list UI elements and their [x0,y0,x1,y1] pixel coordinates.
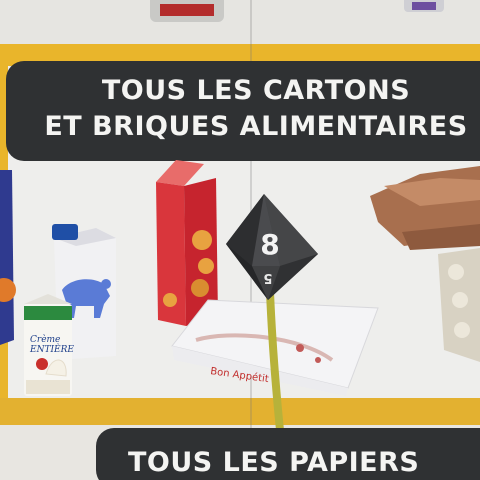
torn-cardboard-illustration [370,166,480,250]
die-top-face-number: 8 [260,228,279,261]
recycling-sign-photo: TOUS LES CARTONS ET BRIQUES ALIMENTAIRES [0,0,480,480]
d8-die: 8 5 [226,194,318,300]
top-can-illustration [150,0,224,22]
top-right-item-illustration [404,0,444,12]
papers-footer-label: TOUS LES PAPIERS [96,428,480,480]
footer-text: TOUS LES PAPIERS [128,447,420,478]
cream-brand-line-1: Crème [30,334,60,345]
product-illustrations: Crème ENTIÈRE Bon Appétit ! 8 5 [0,0,480,480]
juice-carton-left-illustration [0,170,16,345]
egg-carton-illustration [438,248,480,362]
cream-carton-illustration: Crème ENTIÈRE [24,294,74,396]
die-bottom-face-number: 5 [263,270,272,285]
cream-brand-line-2: ENTIÈRE [29,343,74,355]
